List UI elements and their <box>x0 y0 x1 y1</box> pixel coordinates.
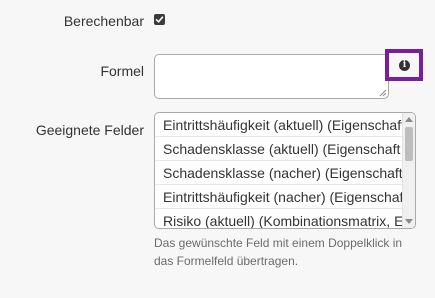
list-item[interactable]: Eintrittshäufigkeit (nacher) (Eigenschaf… <box>155 185 403 209</box>
info-icon: i <box>399 60 410 71</box>
help-text: Das gewünschte Feld mit einem Doppelklic… <box>154 236 403 268</box>
formel-info-button[interactable]: i <box>385 49 423 81</box>
berechenbar-checkbox[interactable] <box>154 14 165 25</box>
listbox-scrollbar[interactable] <box>402 113 415 228</box>
list-item[interactable]: Eintrittshäufigkeit (aktuell) (Eigenscha… <box>155 113 403 137</box>
list-item[interactable]: Schadensklasse (nacher) (Eigenschaft <box>155 161 403 185</box>
checkmark-icon <box>155 16 164 23</box>
formel-label: Formel <box>100 63 144 79</box>
scroll-thumb[interactable] <box>405 127 413 161</box>
field-list: Eintrittshäufigkeit (aktuell) (Eigenscha… <box>155 113 403 228</box>
scroll-down-icon[interactable] <box>405 219 413 224</box>
geeignete-felder-listbox[interactable]: Eintrittshäufigkeit (aktuell) (Eigenscha… <box>154 112 416 229</box>
formel-textarea[interactable] <box>154 54 389 99</box>
berechenbar-label: Berechenbar <box>63 13 144 29</box>
resize-grip-icon[interactable] <box>378 88 387 97</box>
list-item[interactable]: Risiko (aktuell) (Kombinationsmatrix, E <box>155 209 403 228</box>
geeignete-felder-label: Geeignete Felder <box>35 122 144 138</box>
list-item[interactable]: Schadensklasse (aktuell) (Eigenschaft <box>155 137 403 161</box>
scroll-up-icon[interactable] <box>405 117 413 122</box>
